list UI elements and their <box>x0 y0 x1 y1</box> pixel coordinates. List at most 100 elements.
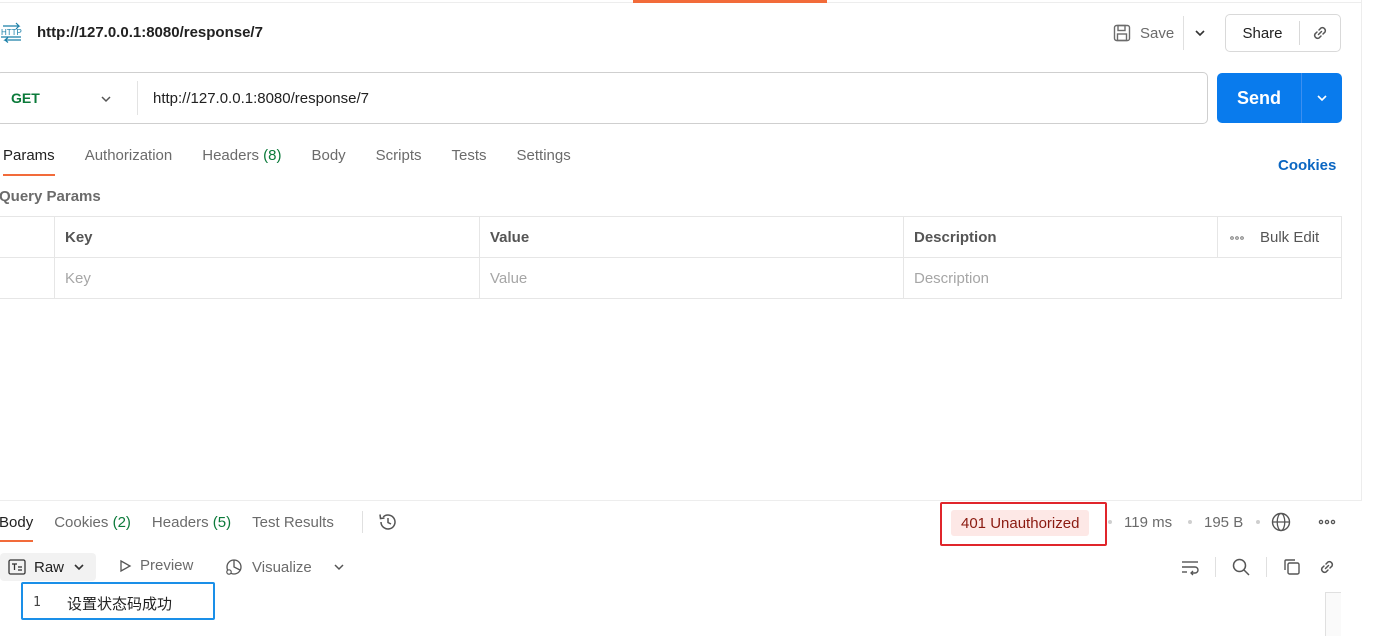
response-time[interactable]: 119 ms <box>1124 514 1172 531</box>
link-icon <box>1310 23 1330 43</box>
copy-icon <box>1282 557 1302 577</box>
copy-link-button[interactable] <box>1300 23 1340 43</box>
more-options-button[interactable] <box>1316 512 1338 532</box>
url-bar: GET <box>0 72 1208 124</box>
tab-authorization[interactable]: Authorization <box>85 147 173 175</box>
chevron-down-icon <box>99 92 113 106</box>
tab-label: Cookies <box>54 514 109 531</box>
chevron-down-icon <box>1315 91 1329 105</box>
format-select[interactable]: Raw <box>0 553 96 581</box>
visualize-icon <box>224 557 244 577</box>
share-group: Share <box>1225 14 1341 52</box>
response-tab-body[interactable]: Body <box>0 514 34 542</box>
text-format-icon <box>8 559 26 575</box>
save-button[interactable]: Save <box>1104 16 1182 50</box>
send-button[interactable]: Send <box>1217 88 1301 109</box>
description-header: Description <box>903 217 1218 258</box>
tab-params[interactable]: Params <box>3 147 55 176</box>
tab-headers[interactable]: Headers (8) <box>202 147 281 175</box>
key-cell <box>54 258 479 299</box>
value-input[interactable] <box>490 270 904 287</box>
pane-divider <box>1361 0 1362 500</box>
http-request-icon: HTTP <box>0 20 26 46</box>
preview-button[interactable]: Preview <box>118 557 193 574</box>
method-label: GET <box>11 90 40 106</box>
description-input[interactable] <box>914 270 1343 287</box>
response-tab-test-results[interactable]: Test Results <box>252 514 334 542</box>
bulk-edit-label: Bulk Edit <box>1260 229 1320 246</box>
tab-count: (8) <box>263 147 282 164</box>
table-row <box>0 258 1343 299</box>
chevron-down-icon <box>1193 26 1207 40</box>
tab-label: Scripts <box>375 147 422 164</box>
tab-scripts[interactable]: Scripts <box>376 147 422 175</box>
request-tabs: Params Authorization Headers (8) Body Sc… <box>3 147 601 177</box>
response-tab-headers[interactable]: Headers (5) <box>152 514 231 542</box>
wrap-lines-button[interactable] <box>1179 556 1201 578</box>
separator-dot <box>1256 520 1260 524</box>
method-select[interactable]: GET <box>0 73 137 123</box>
tab-label: Body <box>0 514 34 531</box>
search-button[interactable] <box>1230 556 1252 578</box>
save-options-button[interactable] <box>1188 16 1212 50</box>
visualize-label: Visualize <box>252 558 312 576</box>
response-tabs-divider <box>362 511 363 533</box>
line-number: 1 <box>33 595 41 610</box>
row-checkbox-cell <box>0 258 54 299</box>
query-params-title: Query Params <box>0 188 101 205</box>
tab-label: Tests <box>451 147 487 164</box>
active-tab-indicator <box>633 0 827 3</box>
send-options-button[interactable] <box>1302 73 1342 123</box>
tab-label: Headers <box>151 514 209 531</box>
checkbox-column <box>0 217 54 258</box>
separator-dot <box>1188 520 1192 524</box>
tab-label: Settings <box>516 147 571 164</box>
save-label: Save <box>1140 24 1175 42</box>
chevron-down-icon <box>332 560 346 574</box>
tab-label: Headers <box>202 147 259 164</box>
share-button[interactable]: Share <box>1226 25 1299 42</box>
bulk-edit-button[interactable]: Bulk Edit <box>1217 217 1341 258</box>
url-input[interactable] <box>138 73 1207 123</box>
response-tabs: Body Cookies (2) Headers (5) Test Result… <box>0 514 355 542</box>
visualize-button[interactable]: Visualize <box>224 557 312 577</box>
tab-tests[interactable]: Tests <box>452 147 487 175</box>
search-icon <box>1231 557 1251 577</box>
cookies-link[interactable]: Cookies <box>1278 157 1336 174</box>
response-tab-cookies[interactable]: Cookies (2) <box>54 514 131 542</box>
globe-icon[interactable] <box>1270 511 1292 533</box>
chevron-down-icon <box>72 560 86 574</box>
send-group: Send <box>1217 73 1342 123</box>
http-badge-text: HTTP <box>1 28 22 37</box>
separator-dot <box>1108 520 1112 524</box>
format-label: Raw <box>34 558 65 576</box>
tab-body[interactable]: Body <box>311 147 345 175</box>
request-title[interactable]: http://127.0.0.1:8080/response/7 <box>37 24 263 41</box>
tab-settings[interactable]: Settings <box>517 147 571 175</box>
history-icon[interactable] <box>377 511 399 533</box>
description-cell <box>903 258 1343 299</box>
tab-label: Body <box>311 147 346 164</box>
copy-link-response-button[interactable] <box>1316 556 1338 578</box>
preview-label: Preview <box>140 557 194 574</box>
copy-button[interactable] <box>1281 556 1303 578</box>
tab-label: Params <box>3 147 55 164</box>
link-icon <box>1317 557 1337 577</box>
response-scrollbar[interactable] <box>1325 592 1341 636</box>
response-size[interactable]: 195 B <box>1204 514 1243 531</box>
visualize-options-button[interactable] <box>328 556 350 578</box>
toolbar-divider <box>1266 557 1267 577</box>
params-table: Key Value Description Bulk Edit <box>0 216 1343 299</box>
response-divider[interactable] <box>0 500 1362 501</box>
wrap-icon <box>1180 558 1200 576</box>
response-body-text[interactable]: 设置状态码成功 <box>67 593 172 614</box>
save-icon <box>1112 23 1132 43</box>
tab-count: (2) <box>112 514 131 531</box>
status-badge[interactable]: 401 Unauthorized <box>951 510 1090 536</box>
value-cell <box>479 258 904 299</box>
more-horizontal-icon <box>1318 519 1336 525</box>
save-divider <box>1183 16 1184 50</box>
key-input[interactable] <box>65 270 479 287</box>
tab-count: (5) <box>212 514 232 531</box>
value-header: Value <box>479 217 904 258</box>
